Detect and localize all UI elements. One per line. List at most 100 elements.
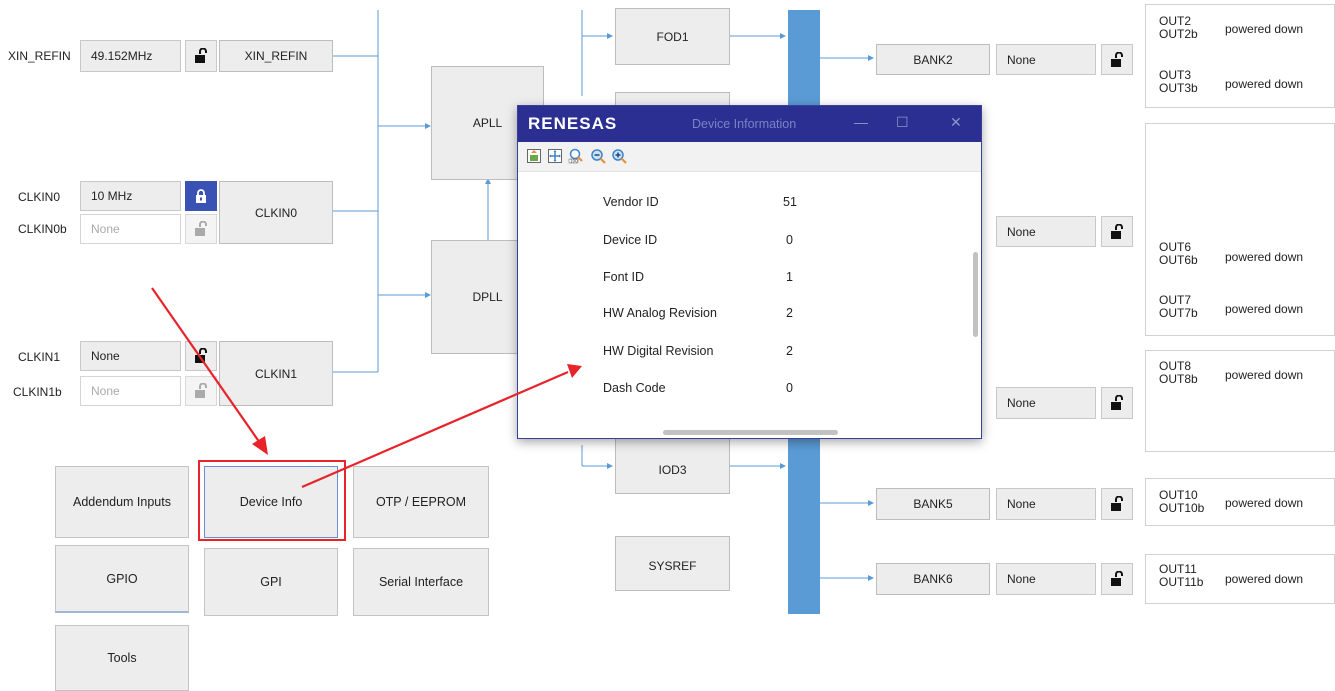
out7-name: OUT7: [1159, 293, 1192, 307]
bank-source-field[interactable]: None: [996, 387, 1096, 419]
out11-status: powered down: [1225, 572, 1304, 586]
out3b-name: OUT3b: [1159, 81, 1198, 95]
out8-status: powered down: [1225, 368, 1304, 382]
dash-code-label: Dash Code: [603, 381, 666, 395]
font-id-label: Font ID: [603, 270, 644, 284]
bank5-block[interactable]: BANK5: [876, 488, 990, 520]
iod3-block[interactable]: IOD3: [615, 438, 730, 494]
vertical-scrollbar-thumb[interactable]: [973, 252, 978, 337]
xin-refin-lock-button[interactable]: [185, 40, 217, 72]
device-info-highlight-box: [198, 460, 346, 541]
unlocked-padlock-icon: [195, 48, 207, 63]
bank2-lock-button[interactable]: [1101, 44, 1133, 75]
out3-label: OUT3 OUT3b: [1159, 69, 1198, 95]
vendor-id-value: 51: [783, 195, 797, 209]
hw-digital-revision-value: 2: [786, 344, 793, 358]
zoom-out-icon[interactable]: [590, 148, 606, 164]
bank2-source-field[interactable]: None: [996, 44, 1096, 75]
clkin1-lock-button[interactable]: [185, 341, 217, 371]
out3-status: powered down: [1225, 77, 1304, 91]
horizontal-scrollbar-thumb[interactable]: [663, 430, 838, 435]
clkin0b-frequency-field: None: [80, 214, 181, 244]
minimize-icon[interactable]: —: [854, 114, 868, 130]
clkin1b-label: CLKIN1b: [13, 385, 62, 399]
dash-code-value: 0: [786, 381, 793, 395]
unlocked-padlock-icon: [195, 383, 207, 398]
device-id-value: 0: [786, 233, 793, 247]
hw-analog-revision-label: HW Analog Revision: [603, 306, 717, 320]
unlocked-padlock-icon: [1111, 51, 1123, 67]
unlocked-padlock-icon: [195, 221, 207, 236]
clkin0-frequency-field[interactable]: 10 MHz: [80, 181, 181, 211]
unlocked-padlock-icon: [1111, 223, 1123, 239]
out11-name: OUT11: [1159, 562, 1197, 576]
clkin1-block[interactable]: CLKIN1: [219, 341, 333, 406]
dialog-titlebar[interactable]: RENESAS Device Information — ☐ ✕: [518, 106, 981, 142]
tools-button[interactable]: Tools: [55, 625, 189, 691]
dialog-title: Device Information: [692, 117, 797, 131]
out2-status: powered down: [1225, 22, 1304, 36]
bank6-block[interactable]: BANK6: [876, 563, 990, 595]
out10-status: powered down: [1225, 496, 1304, 510]
fit-page-icon[interactable]: [526, 148, 542, 164]
close-icon[interactable]: ✕: [950, 114, 962, 131]
clkin0b-lock-button: [185, 214, 217, 244]
clkin0-block[interactable]: CLKIN0: [219, 181, 333, 244]
device-id-label: Device ID: [603, 233, 658, 247]
clkin0-lock-button[interactable]: [185, 181, 217, 211]
out8b-name: OUT8b: [1159, 372, 1198, 386]
unlocked-padlock-icon: [195, 348, 207, 363]
xin-refin-frequency-field[interactable]: 49.152MHz: [80, 40, 181, 72]
unlocked-padlock-icon: [1111, 496, 1123, 511]
out11-label: OUT11 OUT11b: [1159, 563, 1203, 589]
bank5-source-field[interactable]: None: [996, 488, 1096, 520]
bank5-lock-button[interactable]: [1101, 488, 1133, 520]
fit-all-icon[interactable]: [547, 148, 563, 164]
dialog-toolbar: 100: [518, 142, 981, 172]
xin-refin-block[interactable]: XIN_REFIN: [219, 40, 333, 72]
clkin1b-lock-button: [185, 376, 217, 406]
out10b-name: OUT10b: [1159, 501, 1205, 515]
out3-name: OUT3: [1159, 68, 1192, 82]
zoom-in-icon[interactable]: [611, 148, 627, 164]
bank6-lock-button[interactable]: [1101, 563, 1133, 595]
zoom-100-icon[interactable]: 100: [568, 148, 584, 164]
out6-status: powered down: [1225, 250, 1304, 264]
out2-label: OUT2 OUT2b: [1159, 15, 1198, 41]
device-information-dialog: RENESAS Device Information — ☐ ✕ 100 Ven…: [517, 105, 982, 439]
out10-label: OUT10 OUT10b: [1159, 489, 1204, 515]
gpio-button[interactable]: GPIO: [55, 545, 189, 613]
out2-name: OUT2: [1159, 14, 1192, 28]
unlocked-padlock-icon: [1111, 571, 1123, 586]
out6-name: OUT6: [1159, 240, 1192, 254]
gpi-button[interactable]: GPI: [204, 548, 338, 616]
bank-lock-button[interactable]: [1101, 216, 1133, 247]
bank2-block[interactable]: BANK2: [876, 44, 990, 75]
xin-refin-label: XIN_REFIN: [8, 49, 71, 63]
clkin0b-label: CLKIN0b: [18, 222, 67, 236]
vendor-id-label: Vendor ID: [603, 195, 659, 209]
addendum-inputs-button[interactable]: Addendum Inputs: [55, 466, 189, 538]
out6-label: OUT6 OUT6b: [1159, 241, 1198, 267]
serial-interface-button[interactable]: Serial Interface: [353, 548, 489, 616]
maximize-icon[interactable]: ☐: [896, 114, 909, 131]
unlocked-padlock-icon: [1111, 395, 1123, 410]
sysref-block[interactable]: SYSREF: [615, 536, 730, 591]
clkin0-label: CLKIN0: [18, 190, 61, 204]
renesas-logo: RENESAS: [528, 114, 618, 133]
clkin1-frequency-field[interactable]: None: [80, 341, 181, 371]
out8-label: OUT8 OUT8b: [1159, 360, 1198, 386]
bank-lock-button[interactable]: [1101, 387, 1133, 419]
hw-analog-revision-value: 2: [786, 306, 793, 320]
clkin1b-frequency-field: None: [80, 376, 181, 406]
out8-name: OUT8: [1159, 359, 1192, 373]
clkin1-label: CLKIN1: [18, 350, 61, 364]
fod1-block[interactable]: FOD1: [615, 8, 730, 65]
out10-name: OUT10: [1159, 488, 1198, 502]
locked-padlock-icon: [196, 188, 206, 203]
bank6-source-field[interactable]: None: [996, 563, 1096, 595]
otp-eeprom-button[interactable]: OTP / EEPROM: [353, 466, 489, 538]
bank-source-field[interactable]: None: [996, 216, 1096, 247]
out7b-name: OUT7b: [1159, 306, 1198, 320]
hw-digital-revision-label: HW Digital Revision: [603, 344, 714, 358]
